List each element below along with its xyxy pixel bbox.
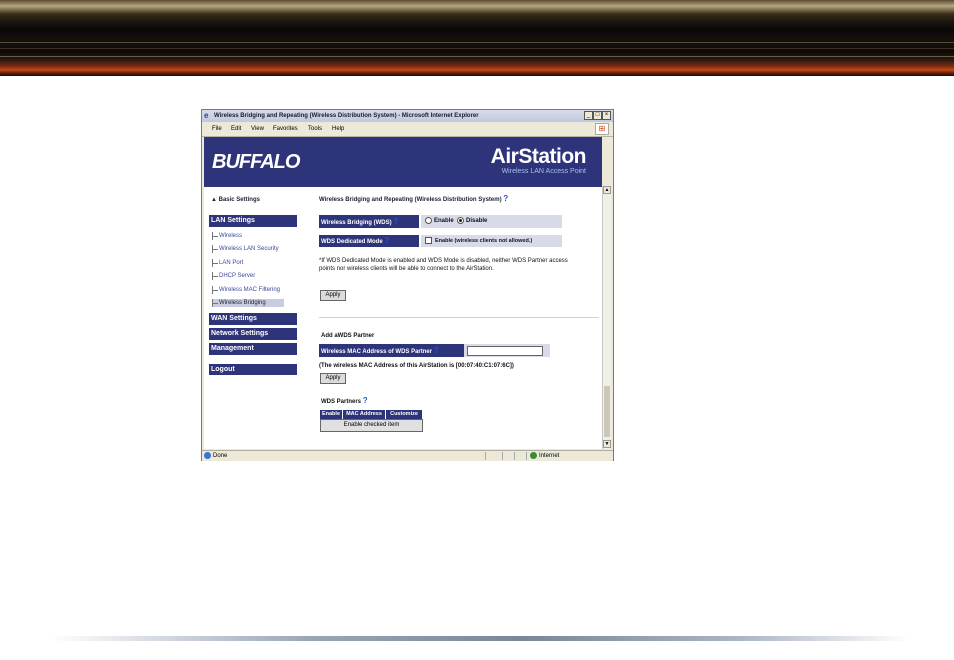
banner-line (0, 48, 954, 49)
close-button[interactable]: × (602, 111, 611, 120)
airstation-logo: AirStation (490, 145, 587, 168)
mac-label: Wireless MAC Address of WDS Partner ? (319, 344, 464, 357)
col-enable: Enable (320, 410, 343, 419)
menu-edit[interactable]: Edit (231, 125, 241, 133)
page-content: BUFFALO AirStation Wireless LAN Access P… (204, 137, 602, 449)
own-mac-note: (The wireless MAC Address of this AirSta… (319, 363, 514, 369)
banner-line (0, 42, 954, 43)
windows-logo-icon: ⊞ (595, 123, 609, 135)
sidebar: ▲ Basic Settings LAN Settings Wireless W… (204, 187, 316, 449)
col-mac-address: MAC Address (343, 410, 386, 419)
sidebar-item-lan-port[interactable]: LAN Port (212, 259, 243, 267)
scroll-up-arrow-icon[interactable]: ▲ (603, 186, 611, 194)
disable-label: Disable (466, 218, 488, 224)
status-text: Done (213, 453, 228, 459)
sidebar-item-wireless-lan-security[interactable]: Wireless LAN Security (212, 245, 279, 253)
zone-text: Internet (539, 453, 560, 459)
product-subtitle: Wireless LAN Access Point (501, 168, 586, 175)
help-icon[interactable]: ? (363, 396, 368, 405)
browser-window: e Wireless Bridging and Repeating (Wirel… (201, 109, 614, 461)
sidebar-wan-settings[interactable]: WAN Settings (209, 313, 297, 325)
sidebar-management[interactable]: Management (209, 343, 297, 355)
mac-address-input[interactable] (467, 346, 543, 356)
header-banner (0, 0, 954, 76)
dedicated-checkbox[interactable] (425, 237, 432, 245)
status-divider (485, 452, 486, 460)
sidebar-item-wireless-bridging[interactable]: Wireless Bridging (212, 299, 284, 307)
help-icon[interactable]: ? (393, 217, 398, 226)
main-panel: Wireless Bridging and Repeating (Wireles… (319, 187, 602, 449)
sidebar-lan-settings[interactable]: LAN Settings (209, 215, 297, 227)
wds-partners-title: WDS Partners ? (321, 396, 368, 405)
section-divider (319, 317, 599, 318)
basic-settings-link[interactable]: ▲ Basic Settings (211, 197, 260, 203)
internet-zone-icon (530, 452, 537, 459)
menu-tools[interactable]: Tools (308, 125, 322, 133)
wds-label: Wireless Bridging (WDS) ? (319, 215, 419, 228)
page-icon (204, 452, 211, 459)
page-header: BUFFALO AirStation Wireless LAN Access P… (204, 137, 602, 187)
status-divider (526, 452, 527, 460)
banner-line (0, 56, 954, 57)
scroll-thumb[interactable] (604, 386, 610, 437)
sidebar-network-settings[interactable]: Network Settings (209, 328, 297, 340)
help-icon[interactable]: ? (503, 194, 508, 203)
menu-help[interactable]: Help (332, 125, 344, 133)
sidebar-item-dhcp-server[interactable]: DHCP Server (212, 272, 255, 280)
wds-note: *If WDS Dedicated Mode is enabled and WD… (319, 258, 568, 272)
wds-dedicated-option: Enable (wireless clients not allowed.) (421, 235, 562, 247)
footer-bar (50, 636, 910, 641)
sidebar-item-wireless-mac-filtering[interactable]: Wireless MAC Filtering (212, 286, 280, 294)
buffalo-logo: BUFFALO (212, 151, 300, 173)
help-icon[interactable]: ? (434, 346, 439, 355)
status-divider (514, 452, 515, 460)
enable-checked-button[interactable]: Enable checked item (320, 419, 423, 432)
page-title: Wireless Bridging and Repeating (Wireles… (319, 194, 509, 203)
enable-label: Enable (434, 218, 454, 224)
menu-bar: File Edit View Favorites Tools Help ⊞ (202, 122, 613, 137)
apply-partner-button[interactable]: Apply (320, 373, 346, 384)
disable-radio[interactable] (457, 216, 465, 224)
minimize-button[interactable]: _ (584, 111, 593, 120)
enable-radio[interactable] (425, 216, 432, 224)
scroll-down-arrow-icon[interactable]: ▼ (603, 440, 611, 448)
help-icon[interactable]: ? (384, 236, 389, 245)
status-bar: Done Internet (202, 450, 613, 461)
col-customize: Customize (386, 410, 423, 419)
menu-view[interactable]: View (251, 125, 264, 133)
maximize-button[interactable]: □ (593, 111, 602, 120)
sidebar-item-wireless[interactable]: Wireless (212, 232, 242, 240)
wds-dedicated-label: WDS Dedicated Mode ? (319, 235, 419, 247)
window-title: Wireless Bridging and Repeating (Wireles… (214, 113, 479, 119)
status-divider (502, 452, 503, 460)
title-bar[interactable]: e Wireless Bridging and Repeating (Wirel… (202, 110, 613, 122)
menu-file[interactable]: File (212, 125, 222, 133)
ie-icon: e (204, 111, 209, 120)
wds-options: Enable Disable (421, 215, 562, 228)
vertical-scrollbar[interactable]: ▲ ▼ (602, 186, 611, 449)
menu-favorites[interactable]: Favorites (273, 125, 298, 133)
add-partner-title: Add aWDS Partner (321, 333, 375, 339)
sidebar-logout[interactable]: Logout (209, 364, 297, 375)
apply-button[interactable]: Apply (320, 290, 346, 301)
